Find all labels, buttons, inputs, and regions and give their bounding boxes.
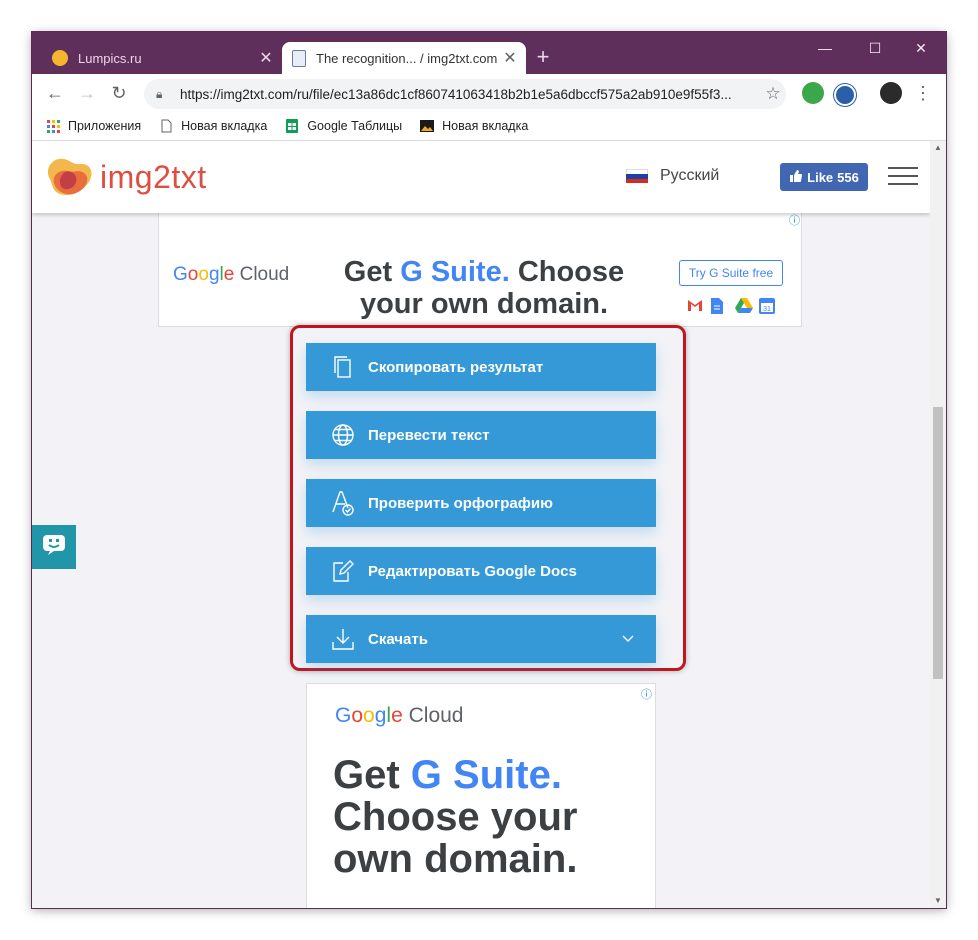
page-icon	[159, 119, 173, 133]
chat-icon	[42, 534, 66, 561]
edit-google-docs-label: Редактировать Google Docs	[368, 562, 577, 580]
ad-cta-button[interactable]: Try G Suite free	[679, 260, 783, 286]
tab-title: Lumpics.ru	[78, 50, 142, 66]
apps-grid-icon	[46, 119, 60, 133]
ad-headline-pre: Get	[333, 753, 411, 797]
tab-close-icon[interactable]: ✕	[256, 48, 276, 68]
site-header: img2txt Русский Like 556	[32, 141, 930, 213]
document-favicon-icon	[292, 49, 306, 67]
scroll-down-icon[interactable]: ▼	[930, 894, 946, 908]
lock-icon: 🔒︎	[156, 86, 163, 101]
address-bar[interactable]: 🔒︎ https://img2txt.com/ru/file/ec13a86dc…	[144, 79, 786, 109]
download-label: Скачать	[368, 630, 428, 648]
menu-kebab-icon[interactable]: ⋮	[912, 82, 934, 104]
ad-headline-accent: G Suite.	[400, 256, 510, 288]
bookmark-new-tab[interactable]: Новая вкладка	[159, 119, 267, 133]
ad-brand-suffix: Cloud	[408, 704, 464, 727]
edit-google-docs-button[interactable]: Редактировать Google Docs	[306, 547, 656, 595]
maximize-icon[interactable]: ☐	[858, 38, 892, 58]
ad-banner-bottom[interactable]: ⓘ Google Cloud Get G Suite. Choose your …	[306, 683, 656, 908]
tab-img2txt[interactable]: The recognition... / img2txt.com ✕	[282, 42, 526, 74]
back-icon[interactable]: ←	[44, 82, 66, 104]
calendar-icon: 31	[759, 298, 775, 314]
gsuite-app-icons: 31	[687, 298, 783, 314]
tab-close-icon[interactable]: ✕	[500, 48, 520, 68]
hamburger-menu-icon[interactable]	[888, 167, 918, 187]
language-label: Русский	[660, 167, 720, 184]
lumpics-favicon-icon	[52, 50, 68, 66]
browser-window: Lumpics.ru ✕ The recognition... / img2tx…	[32, 32, 946, 908]
copy-icon	[330, 354, 356, 380]
google-cloud-logo: Google Cloud	[173, 264, 290, 285]
docs-icon	[711, 298, 727, 314]
page-scrollbar[interactable]: ▲ ▼	[930, 141, 946, 908]
download-icon	[330, 626, 356, 652]
close-window-icon[interactable]: ✕	[904, 38, 938, 58]
ad-info-icon[interactable]: ⓘ	[789, 212, 800, 228]
chat-widget-button[interactable]	[32, 525, 76, 569]
chevron-down-icon[interactable]	[620, 630, 636, 646]
profile-avatar[interactable]	[880, 82, 902, 104]
check-spelling-label: Проверить орфографию	[368, 494, 553, 512]
google-cloud-logo: Google Cloud	[335, 704, 464, 727]
globe-icon	[330, 422, 356, 448]
new-tab-icon[interactable]: +	[532, 46, 554, 68]
ad-headline-accent: G Suite.	[410, 753, 562, 797]
image-icon	[420, 119, 435, 133]
bookmarks-bar: Приложения Новая вкладка Google Таблицы …	[32, 112, 946, 141]
bookmark-label: Новая вкладка	[442, 119, 529, 133]
page-viewport: img2txt Русский Like 556 Google Cloud Ge…	[32, 141, 930, 908]
translate-text-label: Перевести текст	[368, 426, 490, 444]
russian-flag-icon	[626, 169, 648, 183]
ad-headline-post: Choose your own domain.	[333, 795, 578, 881]
drive-icon	[735, 298, 753, 314]
like-label: Like	[807, 169, 834, 185]
logo-text[interactable]: img2txt	[100, 159, 207, 196]
bookmark-new-tab-2[interactable]: Новая вкладка	[420, 119, 528, 133]
ad-info-icon[interactable]: ⓘ	[641, 686, 652, 702]
check-spelling-button[interactable]: Проверить орфографию	[306, 479, 656, 527]
copy-result-label: Скопировать результат	[368, 358, 544, 376]
copy-result-button[interactable]: Скопировать результат	[306, 343, 656, 391]
bookmark-google-sheets[interactable]: Google Таблицы	[285, 119, 402, 133]
tab-title: The recognition... / img2txt.com	[316, 50, 498, 66]
browser-toolbar: ← → ↻ 🔒︎ https://img2txt.com/ru/file/ec1…	[32, 74, 946, 112]
spellcheck-icon	[330, 490, 356, 516]
thumbs-up-icon	[789, 169, 803, 185]
bookmark-star-icon[interactable]: ☆	[760, 84, 786, 104]
ad-headline-pre: Get	[343, 256, 401, 288]
bookmark-apps[interactable]: Приложения	[46, 119, 141, 133]
svg-text:31: 31	[763, 306, 771, 313]
extension-green-icon[interactable]	[802, 82, 824, 104]
language-selector[interactable]: Русский	[626, 167, 719, 185]
ad-banner-top[interactable]: Google Cloud Get G Suite. Choose your ow…	[158, 211, 802, 327]
bookmark-label: Приложения	[68, 119, 142, 133]
facebook-like-button[interactable]: Like 556	[780, 163, 868, 191]
img2txt-logo-icon[interactable]	[42, 153, 102, 201]
bookmark-label: Google Таблицы	[307, 119, 403, 133]
minimize-icon[interactable]: —	[808, 38, 842, 58]
gmail-icon	[687, 298, 703, 314]
tab-lumpics[interactable]: Lumpics.ru ✕	[38, 42, 282, 74]
tab-bar: Lumpics.ru ✕ The recognition... / img2tx…	[32, 32, 946, 74]
ad-headline: Get G Suite. Choose your own domain.	[319, 256, 649, 320]
download-button[interactable]: Скачать	[306, 615, 656, 663]
edit-doc-icon	[330, 558, 356, 584]
ad-brand-suffix: Cloud	[239, 264, 290, 285]
scroll-up-icon[interactable]: ▲	[930, 141, 946, 155]
reload-icon[interactable]: ↻	[108, 82, 130, 104]
like-count: 556	[837, 169, 859, 185]
sheets-icon	[285, 119, 299, 133]
forward-icon[interactable]: →	[76, 82, 98, 104]
scrollbar-thumb[interactable]	[933, 407, 943, 679]
bookmark-label: Новая вкладка	[181, 119, 268, 133]
address-url[interactable]: https://img2txt.com/ru/file/ec13a86dc1cf…	[180, 87, 760, 102]
ad-headline: Get G Suite. Choose your own domain.	[333, 754, 653, 880]
extension-globe-icon[interactable]	[834, 84, 856, 106]
translate-text-button[interactable]: Перевести текст	[306, 411, 656, 459]
